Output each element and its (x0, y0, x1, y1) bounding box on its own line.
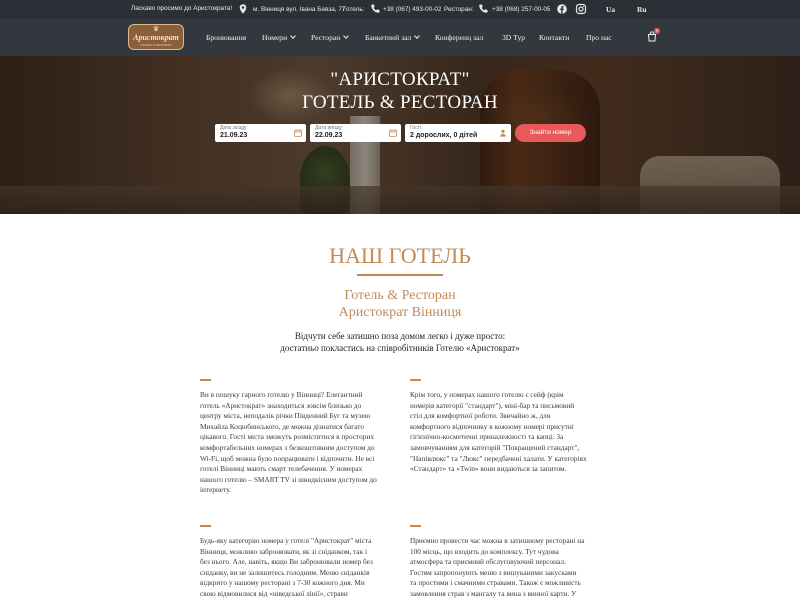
nav-item-3d-tour[interactable]: 3D Тур (502, 33, 525, 42)
logo[interactable]: ♛ Аристократ ГОТЕЛЬ & РЕСТОРАН (128, 24, 184, 50)
guests-label: Гості (410, 125, 422, 131)
paragraph-divider (200, 525, 211, 527)
paragraph-line: комфортабельних номерах з безкоштовним д… (200, 442, 375, 452)
paragraph-line: Wi-Fi, щоб можна було попрацювати і відп… (200, 453, 375, 463)
paragraph-divider (200, 379, 211, 381)
nav-item-label: Банкетний зал (365, 33, 412, 42)
top-bar: Ласкаво просимо до Аристократа! м. Вінни… (0, 0, 800, 19)
nav-item-booking[interactable]: Бронювання (206, 33, 246, 42)
restaurant-phone-link[interactable]: +38 (068) 257-00-05 (492, 6, 550, 13)
paragraph-line: свою відмовилися від «шведської лінії», … (200, 588, 348, 598)
paragraph-room-amenities: Крім того, у номерах нашого готелю є сей… (410, 390, 600, 475)
subtitle-line2: Аристократ Вінниця (338, 305, 462, 320)
crown-icon: ♛ (152, 26, 160, 33)
subtitle-line1: Готель & Ресторан (344, 288, 456, 303)
nav-item-restaurant[interactable]: Ресторан (311, 33, 350, 42)
paragraph-line: сніданку, ви не залишитесь голодним. Мен… (200, 567, 370, 577)
paragraph-line: цікавого. Гості міста зможуть розмістити… (200, 432, 374, 442)
paragraph-line: 100 місць, що входить до комплексу. Тут … (410, 546, 559, 556)
paragraph-line: Крім того, у номерах нашого готелю є сей… (410, 390, 564, 399)
nav-item-label: Про нас (586, 33, 612, 42)
nav-item-conference-hall[interactable]: Конференц зал (435, 33, 483, 42)
paragraph-line: центру міста, неподалік річки Південний … (200, 411, 371, 421)
guests-value: 2 дорослих, 0 дітей (410, 132, 478, 139)
phone-icon (479, 4, 488, 13)
hero-title-line2: ГОТЕЛЬ & РЕСТОРАН (302, 92, 498, 113)
nav-item-about[interactable]: Про нас (586, 33, 612, 42)
nav-item-rooms[interactable]: Номери (262, 33, 297, 42)
paragraph-breakfast: Будь-яку категорію номера у готелі "Арис… (200, 536, 390, 600)
paragraph-divider (410, 379, 421, 381)
heading-divider (357, 274, 443, 276)
paragraph-hotel-location: Ви в пошуку гарного готелю у Вінниці? Ел… (200, 390, 390, 496)
nav-item-label: 3D Тур (502, 33, 526, 42)
checkout-label: Дата виїзду (315, 125, 342, 131)
hero-title-line1: "АРИСТОКРАТ" (330, 69, 470, 90)
person-icon (500, 129, 506, 137)
logo-text: Аристократ (133, 33, 179, 42)
paragraph-line: гігієнічно-косметичні приналежності та к… (410, 432, 564, 442)
nav-item-label: Контакти (539, 33, 570, 42)
paragraph-line: Ви в пошуку гарного готелю у Вінниці? Ел… (200, 390, 363, 399)
paragraph-line: замовчуванням для категорій "Покращений … (410, 442, 580, 452)
chevron-down-icon (414, 33, 421, 39)
search-room-button[interactable]: Знайти номер (515, 124, 586, 142)
lead-line2: достатньо покластись на співробітників Г… (280, 343, 520, 353)
phone-icon (371, 4, 380, 13)
checkin-label: Дата заїзду (220, 125, 247, 131)
paragraph-line: Вінниця, можливо забронювати, як зі снід… (200, 546, 368, 556)
lead-line1: Відчути себе затишно поза домом легко і … (294, 331, 506, 341)
logo-subtitle: ГОТЕЛЬ & РЕСТОРАН (140, 43, 172, 47)
paragraph-line: атмосфера та приємний обслуговуючий перс… (410, 557, 566, 567)
paragraph-line: відкрито у нашому ресторані з 7-30 кожно… (200, 578, 365, 588)
instagram-icon[interactable] (575, 3, 587, 15)
paragraph-line: номерів категорії "стандарт"), міні-бар … (410, 400, 575, 410)
nav-item-contacts[interactable]: Контакти (539, 33, 569, 42)
nav-item-label: Бронювання (206, 33, 247, 42)
section-heading: НАШ ГОТЕЛЬ (329, 243, 471, 268)
paragraph-line: "Напівлюкс" та "Люкс" передбачені халати… (410, 453, 587, 463)
restaurant-phone-label: Ресторан: (444, 6, 474, 13)
paragraph-line: нашого готелю – SMART TV зі швидкісним д… (200, 474, 377, 484)
paragraph-line: замовлення страв з мангалу та вина з вин… (410, 588, 577, 598)
calendar-icon (294, 129, 302, 137)
address-text: м. Вінниця вул. Івана Бевза, 77 (253, 6, 346, 13)
paragraph-line: стіл для комфортної роботи. Звичайно ж, … (410, 411, 551, 421)
paragraph-line: без нього. Але, навіть, якщо Ви забронюв… (200, 557, 373, 567)
paragraph-line: Будь-яку категорію номера у готелі "Арис… (200, 536, 372, 545)
main-navigation: ♛ Аристократ ГОТЕЛЬ & РЕСТОРАН Бронюванн… (0, 19, 800, 56)
paragraph-divider (410, 525, 421, 527)
guests-field[interactable]: Гості 2 дорослих, 0 дітей (405, 124, 511, 142)
checkin-date-field[interactable]: Дата заїзду 21.09.23 (215, 124, 306, 142)
paragraph-line: «Стандарт» та «Twin» вони видаються за з… (410, 464, 567, 474)
hotel-phone-label: Готель: (343, 6, 365, 13)
chevron-down-icon (290, 33, 297, 39)
facebook-icon[interactable] (556, 3, 568, 15)
nav-item-label: Ресторан (311, 33, 341, 42)
paragraph-line: комфортного відпочинку в кожному номері … (410, 421, 574, 431)
paragraph-line: інтернету. (200, 485, 231, 495)
paragraph-restaurant: Приємно провести час можна в затишному р… (410, 536, 600, 600)
checkout-value: 22.09.23 (315, 132, 343, 139)
nav-item-label: Конференц зал (435, 33, 484, 42)
location-pin-icon (239, 4, 247, 14)
cart-count-badge: 0 (654, 28, 660, 34)
hotel-phone-link[interactable]: +38 (067) 493-00-02 (383, 6, 441, 13)
chevron-down-icon (343, 33, 350, 39)
nav-item-label: Номери (262, 33, 288, 42)
paragraph-line: готель «Аристократ» знаходиться зовсім б… (200, 400, 362, 410)
welcome-text: Ласкаво просимо до Аристократа! (131, 5, 233, 12)
checkin-value: 21.09.23 (220, 132, 248, 139)
paragraph-line: Гостям запропонують меню з вишуканими за… (410, 567, 577, 577)
language-ua[interactable]: Ua (606, 5, 615, 14)
paragraph-line: Михайла Коцюбинського, де можна дізнатис… (200, 421, 365, 431)
paragraph-line: та простими і смачними стравами. Також є… (410, 578, 581, 588)
calendar-icon (389, 129, 397, 137)
nav-item-banquet-hall[interactable]: Банкетний зал (365, 33, 421, 42)
paragraph-line: Приємно провести час можна в затишному р… (410, 536, 585, 545)
language-ru[interactable]: Ru (637, 5, 647, 14)
paragraph-line: готелі Вінниці мають смарт телебачення. … (200, 464, 363, 474)
checkout-date-field[interactable]: Дата виїзду 22.09.23 (310, 124, 401, 142)
